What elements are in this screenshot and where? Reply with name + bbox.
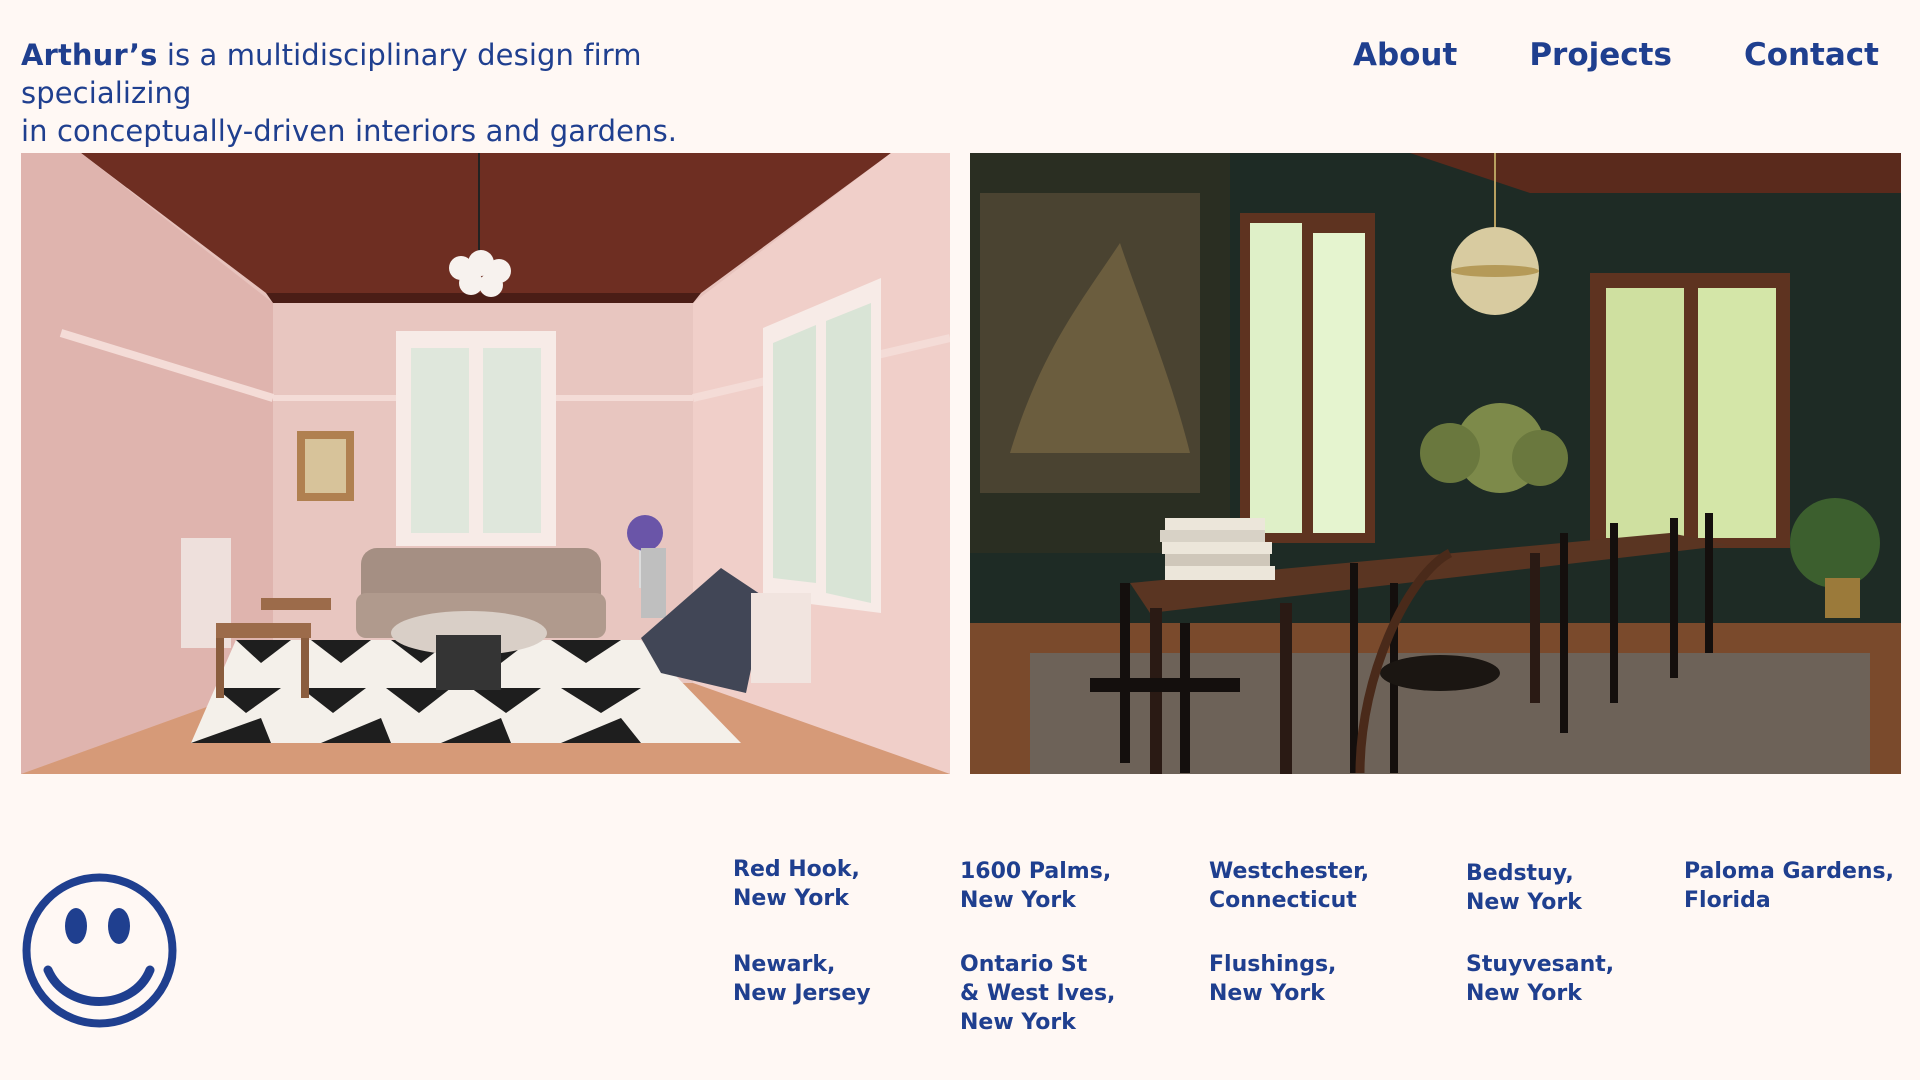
location-line: New York bbox=[960, 1010, 1076, 1035]
location-link-westchester[interactable]: Westchester, Connecticut bbox=[1209, 857, 1369, 915]
location-line: New York bbox=[1466, 890, 1582, 915]
location-line: New York bbox=[733, 886, 849, 911]
location-line: Florida bbox=[1684, 888, 1771, 913]
location-line: 1600 Palms, bbox=[960, 859, 1112, 884]
location-line: Newark, bbox=[733, 952, 836, 977]
location-link-ontario-st[interactable]: Ontario St & West Ives, New York bbox=[960, 950, 1115, 1037]
location-link-red-hook[interactable]: Red Hook, New York bbox=[733, 855, 860, 913]
location-line: Westchester, bbox=[1209, 859, 1370, 884]
location-line: Red Hook, bbox=[733, 857, 860, 882]
nav-about-link[interactable]: About bbox=[1353, 37, 1457, 73]
location-line: Ontario St bbox=[960, 952, 1088, 977]
location-line: New Jersey bbox=[733, 981, 871, 1006]
intro-line-2: in conceptually-driven interiors and gar… bbox=[21, 114, 678, 148]
location-line: Flushings, bbox=[1209, 952, 1337, 977]
location-line: New York bbox=[1209, 981, 1325, 1006]
location-link-newark[interactable]: Newark, New Jersey bbox=[733, 950, 871, 1008]
location-line: Bedstuy, bbox=[1466, 861, 1574, 886]
smiley-face-icon[interactable] bbox=[21, 872, 178, 1029]
project-photo-pink-living-room[interactable] bbox=[21, 153, 950, 774]
nav-contact-link[interactable]: Contact bbox=[1744, 37, 1879, 73]
location-line: New York bbox=[960, 888, 1076, 913]
location-link-flushings[interactable]: Flushings, New York bbox=[1209, 950, 1336, 1008]
intro-text: Arthur’s is a multidisciplinary design f… bbox=[21, 36, 821, 150]
location-line: Stuyvesant, bbox=[1466, 952, 1615, 977]
nav-projects-link[interactable]: Projects bbox=[1529, 37, 1672, 73]
project-photo-dark-dining-room[interactable] bbox=[970, 153, 1901, 774]
main-nav: About Projects Contact bbox=[1353, 37, 1879, 73]
location-link-paloma-gardens[interactable]: Paloma Gardens, Florida bbox=[1684, 857, 1894, 915]
location-line: Connecticut bbox=[1209, 888, 1357, 913]
location-line: & West Ives, bbox=[960, 981, 1116, 1006]
location-link-1600-palms[interactable]: 1600 Palms, New York bbox=[960, 857, 1111, 915]
location-link-bedstuy[interactable]: Bedstuy, New York bbox=[1466, 859, 1582, 917]
brand-name[interactable]: Arthur’s bbox=[21, 38, 158, 72]
location-link-stuyvesant[interactable]: Stuyvesant, New York bbox=[1466, 950, 1614, 1008]
location-line: Paloma Gardens, bbox=[1684, 859, 1894, 884]
location-line: New York bbox=[1466, 981, 1582, 1006]
